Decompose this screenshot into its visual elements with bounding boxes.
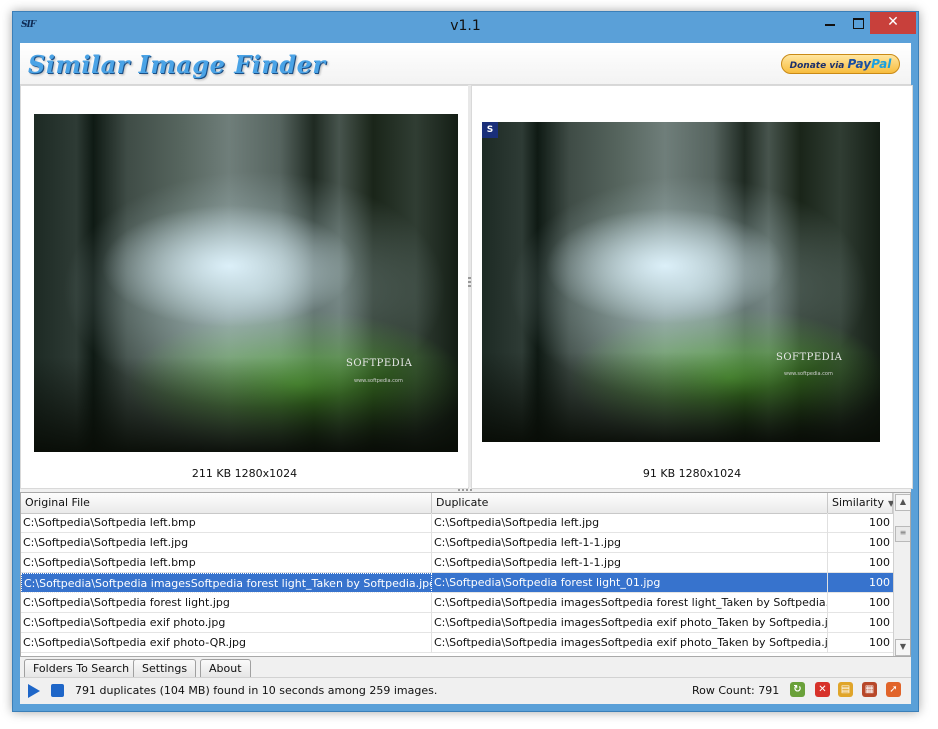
- paypal-logo-pay: Pay: [847, 57, 872, 71]
- row-count: Row Count: 791: [692, 684, 780, 697]
- table-row[interactable]: C:\Softpedia\Softpedia left.bmp C:\Softp…: [21, 513, 893, 533]
- table-header: Original File Duplicate Similarity ▼: [21, 493, 894, 514]
- original-cell: C:\Softpedia\Softpedia left.bmp: [21, 553, 432, 573]
- duplicates-table: Original File Duplicate Similarity ▼ C:\S…: [20, 492, 911, 657]
- delete-icon[interactable]: ✕: [815, 682, 830, 697]
- donate-paypal-button[interactable]: Donate via PayPal: [781, 54, 900, 74]
- grid-icon[interactable]: ▦: [862, 682, 877, 697]
- maximize-button[interactable]: [844, 12, 872, 34]
- minimize-button[interactable]: [816, 12, 844, 34]
- client-area: Similar Image Finder Donate via PayPal S…: [20, 43, 913, 704]
- duplicate-cell: C:\Softpedia\Softpedia left-1-1.jpg: [432, 553, 828, 573]
- tab-settings[interactable]: Settings: [133, 659, 197, 677]
- original-image: SOFTPEDIA www.softpedia.com: [34, 114, 458, 452]
- banner: Similar Image Finder Donate via PayPal: [20, 43, 911, 85]
- softpedia-tag-icon: S: [482, 122, 498, 138]
- play-icon[interactable]: [28, 684, 40, 698]
- paypal-logo-pal: Pal: [871, 57, 892, 71]
- original-cell: C:\Softpedia\Softpedia left.jpg: [21, 533, 432, 553]
- table-row-selected[interactable]: C:\Softpedia\Softpedia imagesSoftpedia f…: [21, 573, 893, 593]
- export-icon[interactable]: ➚: [886, 682, 901, 697]
- title-bar[interactable]: SIF v1.1 ✕: [13, 12, 918, 42]
- table-body: C:\Softpedia\Softpedia left.bmp C:\Softp…: [21, 513, 893, 653]
- splitter-grip-icon: [458, 489, 472, 491]
- original-cell: C:\Softpedia\Softpedia forest light.jpg: [21, 593, 432, 613]
- app-logo: Similar Image Finder: [28, 50, 326, 79]
- table-row[interactable]: C:\Softpedia\Softpedia exif photo-QR.jpg…: [21, 633, 893, 653]
- scroll-down-icon[interactable]: ▼: [895, 639, 910, 656]
- table-row[interactable]: C:\Softpedia\Softpedia left.bmp C:\Softp…: [21, 553, 893, 573]
- vertical-scrollbar[interactable]: ▲ ≡ ▼: [893, 493, 910, 656]
- folder-icon[interactable]: ▤: [838, 682, 853, 697]
- status-message: 791 duplicates (104 MB) found in 10 seco…: [75, 684, 438, 697]
- duplicate-cell: C:\Softpedia\Softpedia forest light_01.j…: [432, 573, 828, 593]
- watermark: SOFTPEDIA: [346, 358, 413, 369]
- table-row[interactable]: C:\Softpedia\Softpedia forest light.jpg …: [21, 593, 893, 613]
- original-image-info: 211 KB 1280x1024: [191, 467, 298, 480]
- tab-about[interactable]: About: [200, 659, 251, 677]
- stop-icon[interactable]: [51, 684, 64, 697]
- duplicate-image: S SOFTPEDIA www.softpedia.com: [482, 122, 880, 442]
- scroll-thumb[interactable]: ≡: [895, 526, 910, 542]
- column-header-similarity[interactable]: Similarity ▼: [828, 493, 894, 513]
- column-header-original[interactable]: Original File: [21, 493, 432, 513]
- close-button[interactable]: ✕: [870, 12, 916, 34]
- duplicate-cell: C:\Softpedia\Softpedia left.jpg: [432, 513, 828, 533]
- watermark-url: www.softpedia.com: [784, 371, 833, 377]
- minimize-icon: [825, 24, 835, 26]
- original-preview-panel: SOFTPEDIA www.softpedia.com 211 KB 1280x…: [20, 85, 469, 489]
- similarity-cell: 100: [869, 576, 890, 589]
- similarity-cell: 100: [869, 556, 890, 569]
- original-cell: C:\Softpedia\Softpedia imagesSoftpedia f…: [21, 573, 432, 593]
- table-row[interactable]: C:\Softpedia\Softpedia left.jpg C:\Softp…: [21, 533, 893, 553]
- original-cell: C:\Softpedia\Softpedia exif photo-QR.jpg: [21, 633, 432, 653]
- duplicate-cell: C:\Softpedia\Softpedia imagesSoftpedia f…: [432, 593, 828, 613]
- table-row[interactable]: C:\Softpedia\Softpedia exif photo.jpg C:…: [21, 613, 893, 633]
- duplicate-image-info: 91 KB 1280x1024: [642, 467, 742, 480]
- duplicate-cell: C:\Softpedia\Softpedia imagesSoftpedia e…: [432, 613, 828, 633]
- close-icon: ✕: [887, 14, 899, 30]
- column-header-duplicate[interactable]: Duplicate: [432, 493, 828, 513]
- tab-folders-to-search[interactable]: Folders To Search: [24, 659, 139, 677]
- similarity-cell: 100: [869, 516, 890, 529]
- app-window: SIF v1.1 ✕ Similar Image Finder Donate v…: [12, 11, 919, 712]
- original-cell: C:\Softpedia\Softpedia exif photo.jpg: [21, 613, 432, 633]
- duplicate-cell: C:\Softpedia\Softpedia left-1-1.jpg: [432, 533, 828, 553]
- similarity-cell: 100: [869, 596, 890, 609]
- window-title: v1.1: [450, 18, 481, 34]
- maximize-icon: [853, 18, 864, 29]
- donate-label: Donate via: [789, 61, 845, 71]
- scroll-up-icon[interactable]: ▲: [895, 494, 910, 511]
- watermark: SOFTPEDIA: [776, 352, 843, 363]
- watermark-url: www.softpedia.com: [354, 378, 403, 384]
- duplicate-cell: C:\Softpedia\Softpedia imagesSoftpedia e…: [432, 633, 828, 653]
- duplicate-preview-panel: S SOFTPEDIA www.softpedia.com 91 KB 1280…: [471, 85, 913, 489]
- status-bar: 791 duplicates (104 MB) found in 10 seco…: [20, 677, 911, 703]
- similarity-cell: 100: [869, 636, 890, 649]
- original-cell: C:\Softpedia\Softpedia left.bmp: [21, 513, 432, 533]
- similarity-cell: 100: [869, 536, 890, 549]
- similarity-cell: 100: [869, 616, 890, 629]
- refresh-icon[interactable]: ↻: [790, 682, 805, 697]
- bottom-tabs: Folders To Search Settings About: [20, 657, 911, 677]
